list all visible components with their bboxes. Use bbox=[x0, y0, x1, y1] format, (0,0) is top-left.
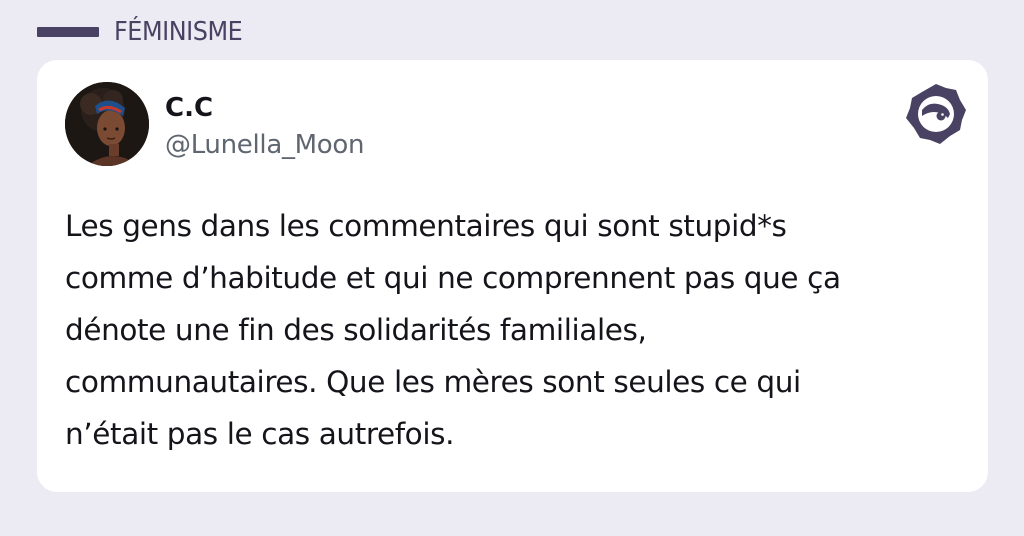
tweet-card: C.C @Lunella_Moon Les gens dans les comm… bbox=[37, 60, 988, 492]
brand-logo-icon bbox=[904, 82, 968, 146]
category-bar bbox=[37, 27, 99, 37]
avatar[interactable] bbox=[65, 82, 149, 166]
author-name[interactable]: C.C bbox=[165, 93, 213, 123]
category-label: FÉMINISME bbox=[114, 17, 243, 47]
category-header: FÉMINISME bbox=[37, 14, 253, 50]
tweet-text: Les gens dans les commentaires qui sont … bbox=[65, 209, 841, 451]
avatar-image bbox=[65, 82, 149, 166]
author-handle[interactable]: @Lunella_Moon bbox=[165, 130, 364, 160]
